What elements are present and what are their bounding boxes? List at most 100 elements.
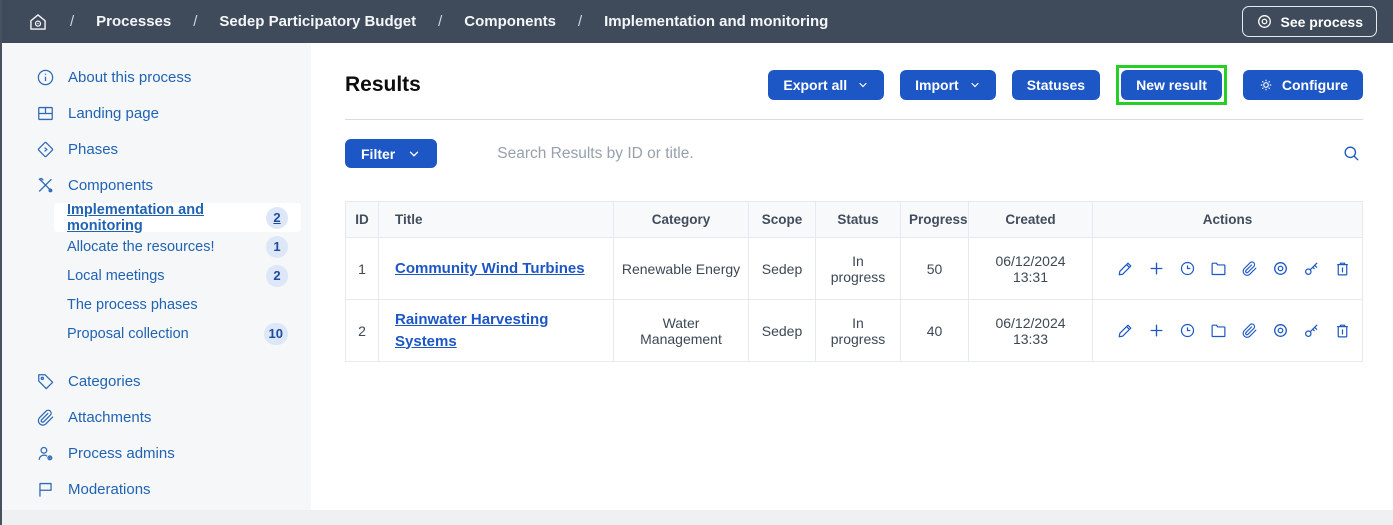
components-subnav: Implementation and monitoring 2 Allocate… xyxy=(2,203,311,348)
see-process-button[interactable]: See process xyxy=(1242,6,1378,37)
filter-row: Filter xyxy=(345,139,1363,168)
see-process-label: See process xyxy=(1281,14,1364,30)
subnav-item-label: Proposal collection xyxy=(67,326,189,342)
subnav-item-the-process-phases[interactable]: The process phases xyxy=(54,290,301,319)
edit-icon[interactable] xyxy=(1117,322,1134,339)
sidebar-item-attachments[interactable]: Attachments xyxy=(2,399,311,435)
subnav-item-allocate-the-resources[interactable]: Allocate the resources! 1 xyxy=(54,232,301,261)
breadcrumb: / Processes / Sedep Participatory Budget… xyxy=(28,12,828,32)
subnav-item-implementation-and-monitoring[interactable]: Implementation and monitoring 2 xyxy=(54,203,301,232)
cell-scope: Sedep xyxy=(749,300,816,362)
sidebar-item-components[interactable]: Components xyxy=(2,167,311,203)
cell-progress: 40 xyxy=(901,300,969,362)
result-title-link[interactable]: Rainwater Harvesting Systems xyxy=(395,309,597,353)
timeline-icon[interactable] xyxy=(1179,260,1196,277)
cell-id: 1 xyxy=(346,238,379,300)
new-result-label: New result xyxy=(1136,77,1207,93)
search-input[interactable] xyxy=(497,145,1340,163)
results-table: ID Title Category Scope Status Progress … xyxy=(345,201,1363,362)
sidebar-item-label: Attachments xyxy=(68,409,151,426)
col-header-progress: Progress xyxy=(901,202,969,238)
sidebar-item-phases[interactable]: Phases xyxy=(2,131,311,167)
search-icon[interactable] xyxy=(1340,144,1363,163)
breadcrumb-components[interactable]: Components xyxy=(464,13,556,30)
statuses-label: Statuses xyxy=(1027,77,1085,93)
subnav-item-local-meetings[interactable]: Local meetings 2 xyxy=(54,261,301,290)
new-result-button[interactable]: New result xyxy=(1121,70,1222,100)
breadcrumb-separator: / xyxy=(578,13,582,30)
subnav-item-label: Implementation and monitoring xyxy=(67,202,266,234)
subnav-item-label: The process phases xyxy=(67,297,198,313)
highlight-annotation: New result xyxy=(1116,65,1227,105)
permissions-icon[interactable] xyxy=(1303,260,1320,277)
sidebar-item-moderations[interactable]: Moderations xyxy=(2,471,311,507)
sidebar-item-about[interactable]: About this process xyxy=(2,59,311,95)
count-badge: 2 xyxy=(266,207,288,229)
gear-icon xyxy=(1258,77,1274,93)
subnav-item-proposal-collection[interactable]: Proposal collection 10 xyxy=(54,319,301,348)
import-button[interactable]: Import xyxy=(900,70,996,100)
timeline-icon[interactable] xyxy=(1179,322,1196,339)
info-icon xyxy=(36,68,55,87)
home-icon[interactable] xyxy=(28,12,48,32)
phases-icon xyxy=(36,140,55,159)
sidebar-item-process-admins[interactable]: Process admins xyxy=(2,435,311,471)
sidebar-item-label: Landing page xyxy=(68,105,159,122)
col-header-id: ID xyxy=(346,202,379,238)
delete-icon[interactable] xyxy=(1334,260,1351,277)
export-all-button[interactable]: Export all xyxy=(768,70,884,100)
chevron-down-icon xyxy=(407,147,421,161)
add-icon[interactable] xyxy=(1148,322,1165,339)
configure-label: Configure xyxy=(1282,77,1348,93)
table-header-row: ID Title Category Scope Status Progress … xyxy=(346,202,1363,238)
permissions-icon[interactable] xyxy=(1303,322,1320,339)
breadcrumb-processes[interactable]: Processes xyxy=(96,13,171,30)
add-icon[interactable] xyxy=(1148,260,1165,277)
preview-icon[interactable] xyxy=(1272,322,1289,339)
sidebar-item-label: Components xyxy=(68,177,153,194)
breadcrumb-separator: / xyxy=(438,13,442,30)
tools-icon xyxy=(36,176,55,195)
toolbar: Export all Import Statuses New result xyxy=(768,65,1363,105)
cell-status: In progress xyxy=(816,238,901,300)
cell-progress: 50 xyxy=(901,238,969,300)
sidebar-item-label: Phases xyxy=(68,141,118,158)
edit-icon[interactable] xyxy=(1117,260,1134,277)
preview-icon[interactable] xyxy=(1272,260,1289,277)
sidebar-item-label: Categories xyxy=(68,373,141,390)
cell-status: In progress xyxy=(816,300,901,362)
export-all-label: Export all xyxy=(783,77,847,93)
sidebar-item-categories[interactable]: Categories xyxy=(2,363,311,399)
table-row: 2 Rainwater Harvesting Systems Water Man… xyxy=(346,300,1363,362)
landing-page-icon xyxy=(36,104,55,123)
import-label: Import xyxy=(915,77,959,93)
result-title-link[interactable]: Community Wind Turbines xyxy=(395,258,585,280)
breadcrumb-current-component[interactable]: Implementation and monitoring xyxy=(604,13,828,30)
col-header-created: Created xyxy=(969,202,1093,238)
count-badge: 2 xyxy=(266,265,288,287)
count-badge: 1 xyxy=(266,236,288,258)
cell-id: 2 xyxy=(346,300,379,362)
breadcrumb-process[interactable]: Sedep Participatory Budget xyxy=(219,13,416,30)
sidebar-item-landing-page[interactable]: Landing page xyxy=(2,95,311,131)
breadcrumb-separator: / xyxy=(70,13,74,30)
sidebar-item-label: Process admins xyxy=(68,445,175,462)
folder-icon[interactable] xyxy=(1210,260,1227,277)
cell-scope: Sedep xyxy=(749,238,816,300)
cell-category: Renewable Energy xyxy=(614,238,749,300)
filter-button[interactable]: Filter xyxy=(345,139,437,168)
user-gear-icon xyxy=(36,444,55,463)
count-badge: 10 xyxy=(264,323,288,345)
col-header-title: Title xyxy=(379,202,614,238)
configure-button[interactable]: Configure xyxy=(1243,70,1363,100)
subnav-item-label: Local meetings xyxy=(67,268,165,284)
delete-icon[interactable] xyxy=(1334,322,1351,339)
folder-icon[interactable] xyxy=(1210,322,1227,339)
statuses-button[interactable]: Statuses xyxy=(1012,70,1100,100)
paperclip-icon xyxy=(36,408,55,427)
cell-category: Water Management xyxy=(614,300,749,362)
attachments-icon[interactable] xyxy=(1241,322,1258,339)
breadcrumb-separator: / xyxy=(193,13,197,30)
page-title: Results xyxy=(345,73,421,97)
attachments-icon[interactable] xyxy=(1241,260,1258,277)
